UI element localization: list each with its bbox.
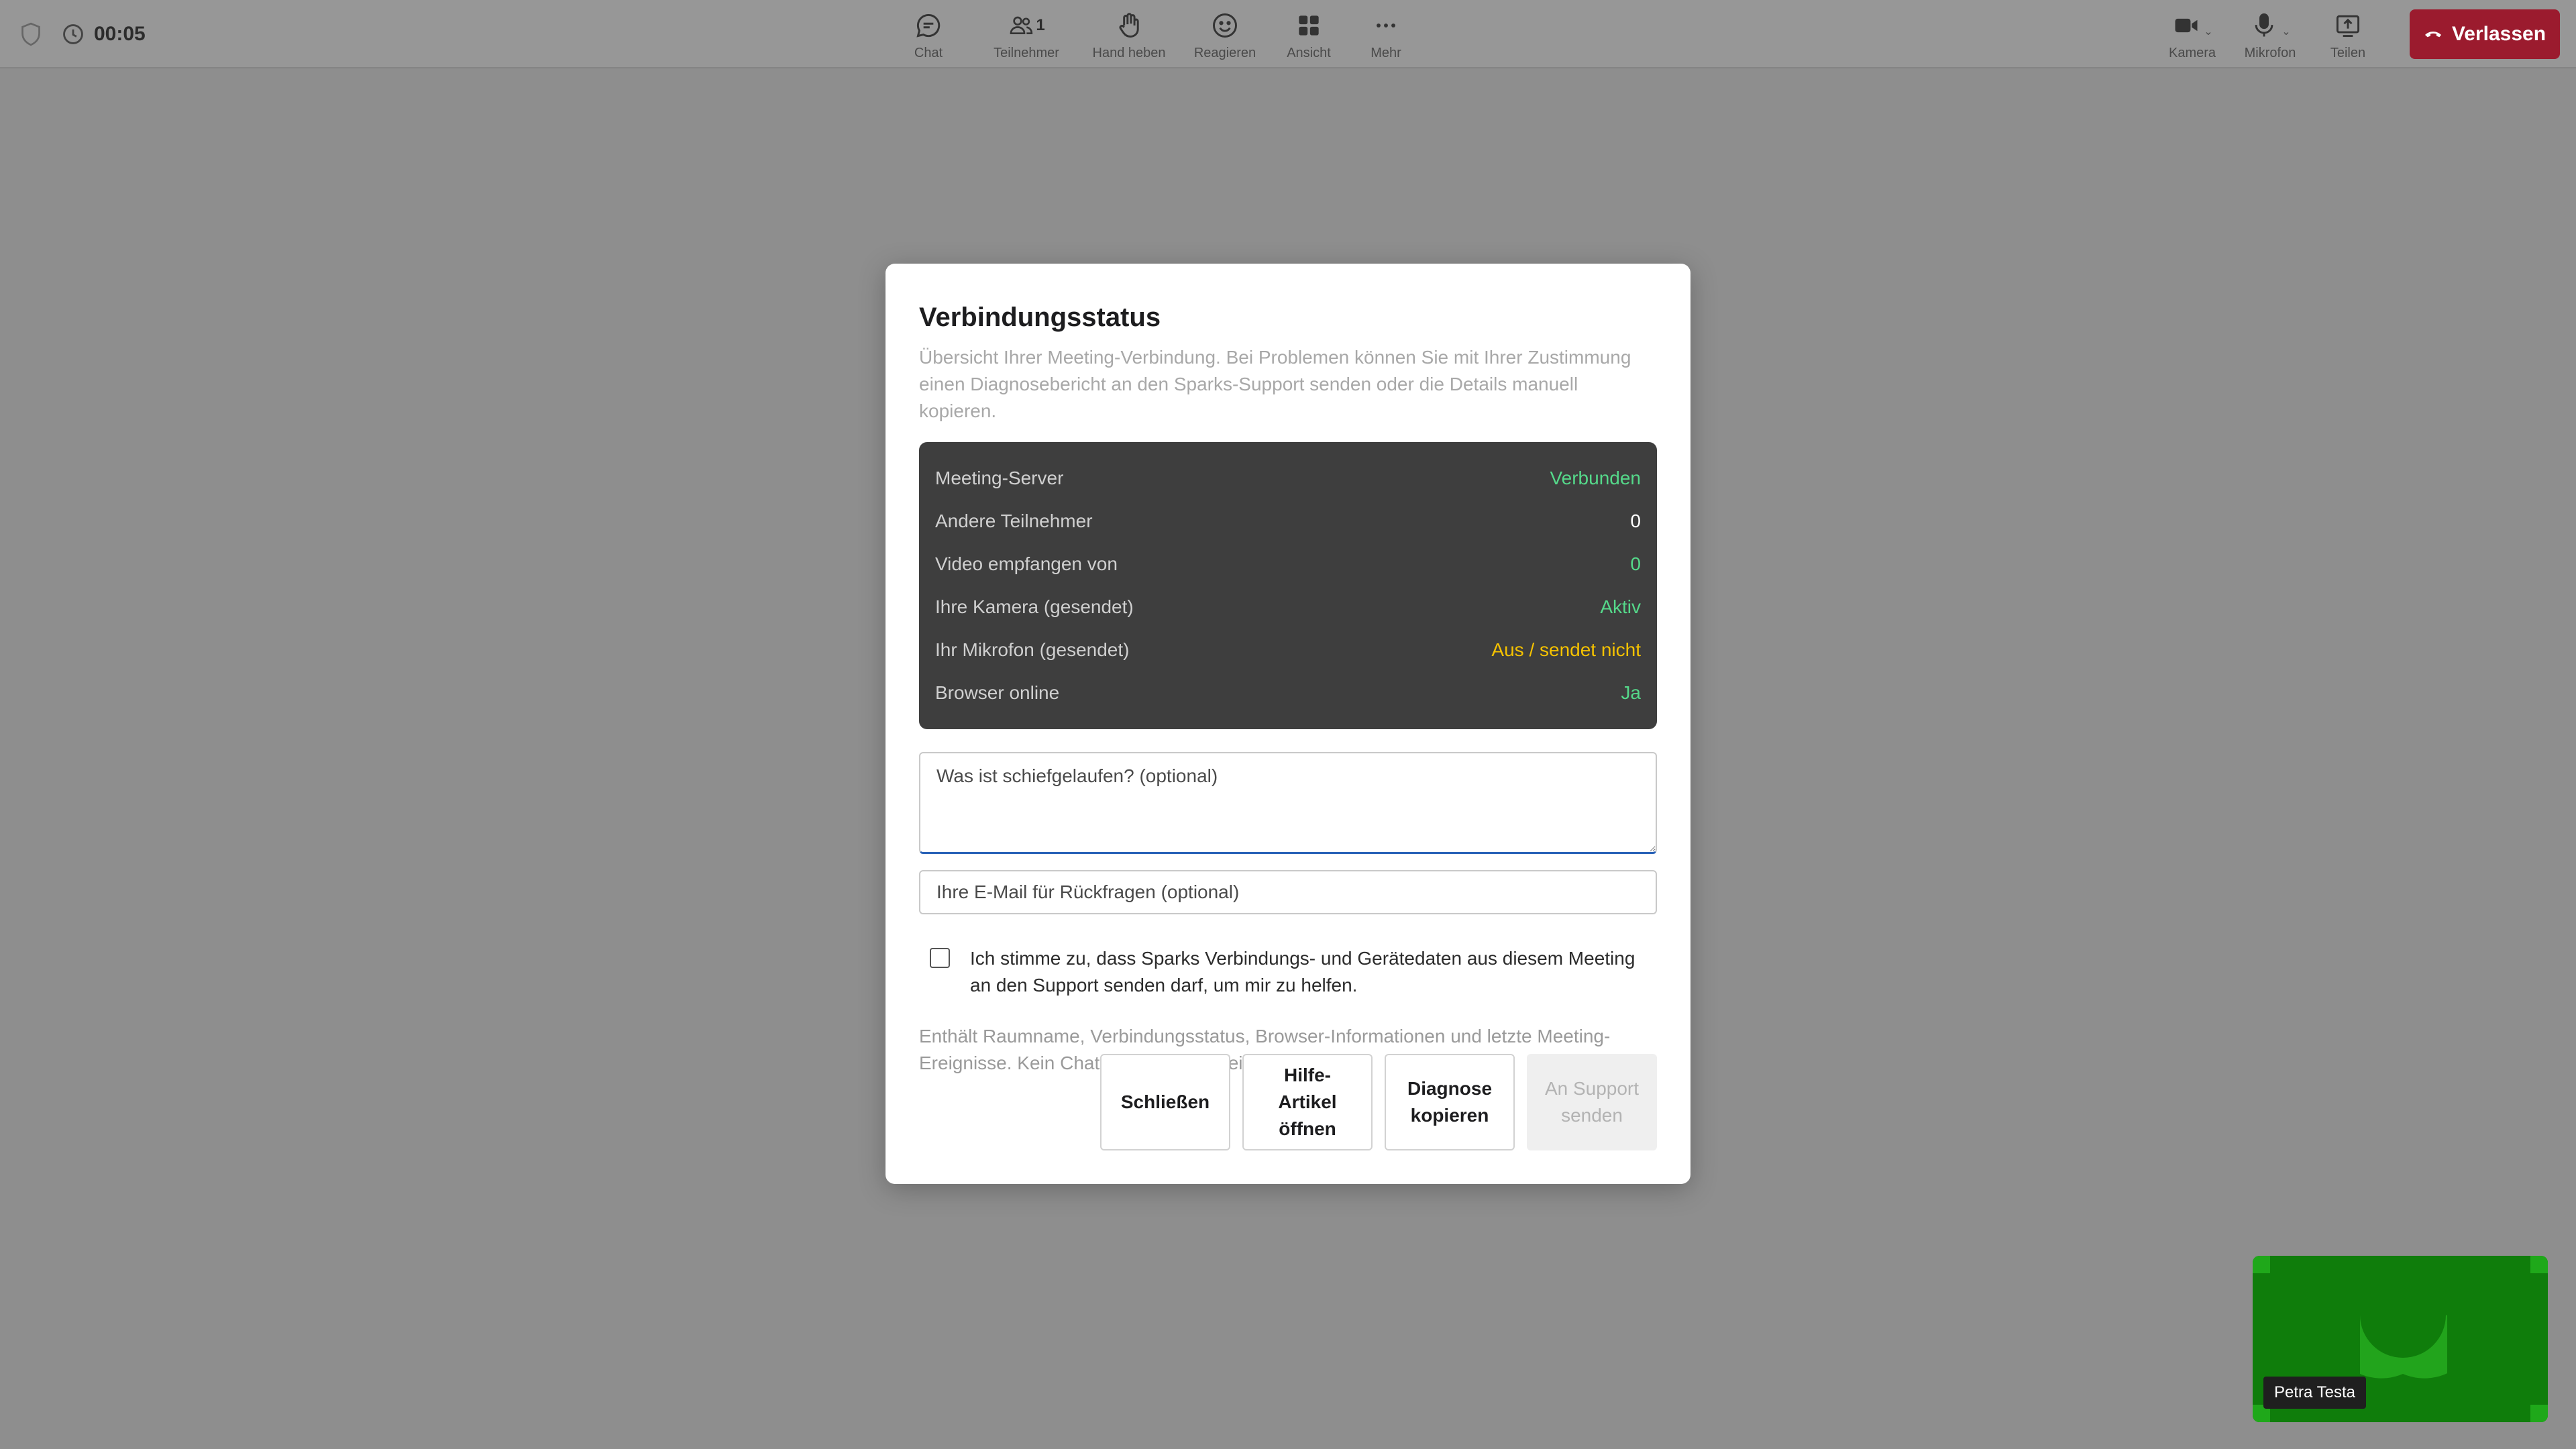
- share-screen-icon: [2336, 15, 2360, 38]
- participant-name-label: Petra Testa: [2263, 1377, 2366, 1409]
- send-to-support-button[interactable]: An Support senden: [1527, 1054, 1657, 1150]
- status-row-microphone: Ihr Mikrofon (gesendet) Aus / sendet nic…: [935, 639, 1641, 660]
- participant-count: 1: [1036, 16, 1045, 34]
- status-value: Ja: [1621, 682, 1641, 703]
- toolbar-center-group: Chat 1 Teilnehmer Hand heben Reagieren A…: [902, 0, 1426, 68]
- status-value: 0: [1630, 553, 1641, 574]
- toolbar-right-group: ⌄ Kamera ⌄ Mikrofon Teilen Verlassen: [2153, 0, 2560, 68]
- react-button[interactable]: Reagieren: [1178, 0, 1272, 68]
- chevron-down-icon[interactable]: ⌄: [2204, 25, 2212, 38]
- people-icon: [1010, 16, 1033, 34]
- participants-icon-row: 1: [1008, 11, 1045, 40]
- camera-button[interactable]: ⌄ Kamera: [2153, 0, 2231, 68]
- leave-meeting-button[interactable]: Verlassen: [2410, 9, 2560, 59]
- chevron-down-icon[interactable]: ⌄: [2282, 25, 2290, 38]
- connection-status-dialog: Verbindungsstatus Übersicht Ihrer Meetin…: [885, 264, 1690, 1184]
- consent-row: Ich stimme zu, dass Sparks Verbindungs- …: [919, 945, 1657, 999]
- camera-icon: [2175, 18, 2198, 33]
- smiley-icon: [1213, 13, 1237, 38]
- view-button[interactable]: Ansicht: [1272, 0, 1346, 68]
- tile-corner: [2530, 1405, 2548, 1422]
- chat-bubble-icon: [916, 13, 941, 38]
- dialog-actions: Schließen Hilfe-Artikel öffnen Diagnose …: [1100, 1054, 1657, 1150]
- status-panel: Meeting-Server Verbunden Andere Teilnehm…: [919, 442, 1657, 729]
- more-button[interactable]: Mehr: [1346, 0, 1426, 68]
- status-row-camera: Ihre Kamera (gesendet) Aktiv: [935, 596, 1641, 617]
- problem-description-textarea[interactable]: [919, 752, 1657, 854]
- copy-diagnosis-button[interactable]: Diagnose kopieren: [1385, 1054, 1515, 1150]
- status-value: Aktiv: [1600, 596, 1641, 617]
- camera-icon-row: ⌄: [2171, 11, 2213, 40]
- status-row-browser-online: Browser online Ja: [935, 682, 1641, 703]
- status-row-video-received: Video empfangen von 0: [935, 553, 1641, 574]
- camera-test-pattern: [2360, 1315, 2447, 1379]
- microphone-icon-row: ⌄: [2249, 11, 2291, 40]
- email-field[interactable]: [919, 870, 1657, 914]
- microphone-button[interactable]: ⌄ Mikrofon: [2231, 0, 2309, 68]
- meeting-toolbar: 00:05 Chat 1 Teilnehmer Hand heben Reagi…: [0, 0, 2576, 68]
- participants-button[interactable]: 1 Teilnehmer: [973, 0, 1080, 68]
- hang-up-icon: [2424, 32, 2441, 38]
- dialog-description: Übersicht Ihrer Meeting-Verbindung. Bei …: [919, 347, 1631, 421]
- close-button[interactable]: Schließen: [1100, 1054, 1230, 1150]
- shield-icon: [21, 22, 40, 46]
- dialog-title: Verbindungsstatus: [919, 303, 1161, 332]
- self-video-tile[interactable]: Petra Testa: [2253, 1256, 2548, 1422]
- clock-icon: [63, 24, 83, 44]
- status-row-meeting-server: Meeting-Server Verbunden: [935, 468, 1641, 488]
- status-row-other-participants: Andere Teilnehmer 0: [935, 511, 1641, 531]
- share-button[interactable]: Teilen: [2309, 0, 2387, 68]
- consent-label: Ich stimme zu, dass Sparks Verbindungs- …: [970, 948, 1635, 996]
- meeting-timer: 00:05: [94, 23, 146, 45]
- grid-icon: [1299, 15, 1319, 36]
- ellipsis-icon: [1377, 23, 1395, 28]
- open-help-article-button[interactable]: Hilfe-Artikel öffnen: [1242, 1054, 1373, 1150]
- meeting-info: 00:05: [17, 0, 146, 68]
- hand-icon: [1119, 13, 1139, 38]
- tile-corner: [2253, 1256, 2270, 1273]
- consent-checkbox[interactable]: [930, 948, 950, 968]
- status-value: Aus / sendet nicht: [1491, 639, 1641, 660]
- status-value: 0: [1630, 511, 1641, 531]
- raise-hand-button[interactable]: Hand heben: [1080, 0, 1178, 68]
- chat-button[interactable]: Chat: [902, 0, 955, 68]
- microphone-icon: [2255, 13, 2273, 37]
- tile-corner: [2530, 1256, 2548, 1273]
- status-value: Verbunden: [1550, 468, 1641, 488]
